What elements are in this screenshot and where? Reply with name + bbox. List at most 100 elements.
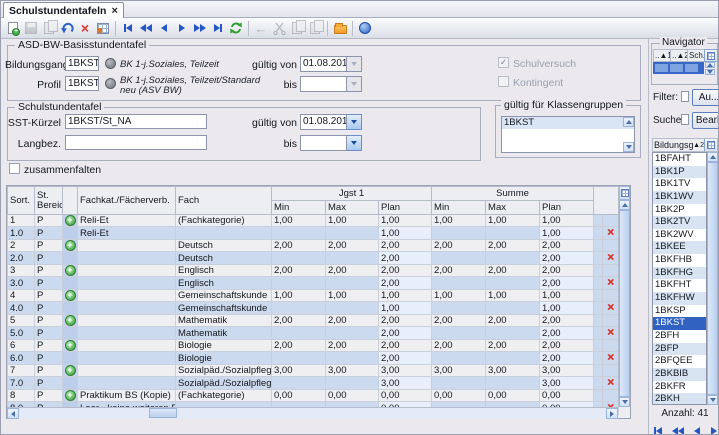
grid-cell[interactable] (432, 302, 486, 315)
cut-button[interactable] (270, 20, 288, 37)
sst-kuerzel-field[interactable]: 1BKST/St_NA (65, 114, 207, 129)
grid-cell[interactable]: 7.0 (8, 377, 35, 390)
grid-cell[interactable]: 2,00 (540, 240, 594, 252)
grid-cell[interactable] (594, 340, 603, 352)
grid-cell[interactable]: 1,00 (379, 227, 432, 240)
grid-cell[interactable]: P (35, 227, 63, 240)
grid-cell[interactable]: 2,00 (272, 265, 326, 277)
scroll-up-icon[interactable] (619, 200, 630, 210)
grid-cell[interactable] (78, 265, 176, 277)
add-subject-icon[interactable]: + (65, 290, 76, 301)
list-item[interactable]: 2BKBIB (653, 368, 706, 381)
grid-cell[interactable]: 0,00 (486, 390, 540, 402)
list-item[interactable]: 2BFQEE (653, 355, 706, 368)
list-item[interactable]: 1BK2WV (653, 229, 706, 242)
bildungsgang-list[interactable]: 1BFAHT1BK1P1BK1TV1BK1WV1BK2P1BK2TV1BK2WV… (652, 152, 707, 405)
first-record-button[interactable] (119, 20, 137, 37)
grid-cell[interactable]: 2,00 (540, 340, 594, 352)
column-header-max[interactable]: Max (326, 201, 379, 215)
list-item[interactable]: 1BKFHG (653, 267, 706, 280)
table-row[interactable]: 3.0PEnglisch2,002,00× (8, 277, 619, 290)
previous-record-button[interactable] (692, 422, 702, 435)
add-subject-icon[interactable]: + (65, 240, 76, 251)
grid-cell[interactable]: P (35, 265, 63, 277)
grid-cell[interactable]: 6 (8, 340, 35, 352)
grid-cell[interactable]: 3,00 (379, 365, 432, 377)
horizontal-scroll-thumb[interactable] (149, 408, 177, 418)
grid-cell[interactable]: 2,00 (540, 277, 594, 290)
spin-down-icon[interactable] (705, 69, 715, 75)
grid-cell[interactable]: 1,00 (486, 290, 540, 302)
open-folder-button[interactable] (331, 20, 349, 37)
back-button[interactable]: ← (252, 20, 270, 37)
grid-cell[interactable] (432, 252, 486, 265)
mini-table-config-button[interactable] (704, 49, 718, 62)
grid-cell[interactable]: P (35, 240, 63, 252)
bildungsgang-field[interactable]: 1BKST (65, 56, 99, 71)
list-item[interactable]: 2BFH (653, 330, 706, 343)
table-row[interactable]: 8P+Praktikum BS (Kopie)(Fachkategorie)0,… (8, 390, 619, 402)
grid-cell[interactable]: P (35, 290, 63, 302)
grid-cell[interactable]: 1,00 (540, 302, 594, 315)
filter-checkbox[interactable] (681, 91, 689, 102)
grid-cell[interactable]: P (35, 252, 63, 265)
grid-cell[interactable] (78, 290, 176, 302)
column-header-min[interactable]: Min (432, 201, 486, 215)
bildungsgang-list-header[interactable]: Bildungsg... ▲2 (652, 138, 718, 152)
list-item[interactable]: 1BKFHB (653, 254, 706, 267)
list-config-button[interactable] (704, 139, 717, 151)
grid-cell[interactable] (326, 377, 379, 390)
duplicate-button[interactable] (40, 20, 58, 37)
grid-cell[interactable] (78, 252, 176, 265)
grid-cell[interactable] (272, 227, 326, 240)
grid-cell[interactable]: 3,00 (432, 365, 486, 377)
mini-column-header[interactable]: ..▲2 (670, 49, 687, 62)
add-subject-icon[interactable]: + (65, 340, 76, 351)
grid-cell[interactable] (326, 302, 379, 315)
grid-cell[interactable] (432, 327, 486, 340)
table-row[interactable]: 1.0PReli-Et1,001,00× (8, 227, 619, 240)
new-record-button[interactable]: + (4, 20, 22, 37)
grid-cell[interactable] (594, 377, 603, 390)
grid-cell[interactable] (594, 302, 603, 315)
grid-cell[interactable]: 1,00 (379, 215, 432, 227)
list-item[interactable]: 1BK2P (653, 204, 706, 217)
grid-cell[interactable]: 1,00 (379, 290, 432, 302)
grid-cell[interactable]: 2,00 (486, 240, 540, 252)
grid-cell[interactable] (272, 377, 326, 390)
grid-cell[interactable]: P (35, 390, 63, 402)
grid-cell[interactable]: 3,00 (326, 365, 379, 377)
list-item[interactable]: 1BK2TV (653, 216, 706, 229)
delete-row-icon[interactable]: × (607, 252, 614, 263)
grid-cell[interactable]: 6.0 (8, 352, 35, 365)
help-button[interactable] (356, 20, 374, 37)
tab-schulstundentafeln[interactable]: Schulstundentafeln × (3, 2, 124, 18)
grid-cell[interactable] (78, 315, 176, 327)
grid-cell[interactable]: 2,00 (432, 315, 486, 327)
paste-button[interactable] (306, 20, 324, 37)
grid-cell[interactable]: Sozialpäd./Sozialpflege (176, 365, 272, 377)
grid-cell[interactable]: 3,00 (540, 365, 594, 377)
grid-cell[interactable] (486, 277, 540, 290)
grid-cell[interactable]: P (35, 302, 63, 315)
mini-column-header[interactable]: ..▲1 (653, 49, 670, 62)
table-row[interactable]: 6.0PBiologie2,002,00× (8, 352, 619, 365)
table-row[interactable]: 5.0PMathematik2,002,00× (8, 327, 619, 340)
table-row[interactable]: 1P+Reli-Et(Fachkategorie)1,001,001,001,0… (8, 215, 619, 227)
column-group-jgst1[interactable]: Jgst 1 (272, 187, 432, 201)
grid-cell[interactable]: 2,00 (379, 277, 432, 290)
grid-cell[interactable] (594, 315, 603, 327)
grid-cell[interactable]: 2,00 (326, 340, 379, 352)
grid-cell[interactable] (78, 352, 176, 365)
grid-cell[interactable]: P (35, 377, 63, 390)
chevron-down-icon[interactable] (347, 135, 362, 151)
table-row[interactable]: 3P+Englisch2,002,002,002,002,002,00 (8, 265, 619, 277)
scroll-down-icon[interactable] (707, 395, 718, 405)
column-header-max[interactable]: Max (486, 201, 540, 215)
grid-cell[interactable] (594, 327, 603, 340)
grid-cell[interactable]: 2,00 (540, 327, 594, 340)
scroll-right-icon[interactable] (606, 408, 618, 419)
save-button[interactable] (22, 20, 40, 37)
add-subject-icon[interactable]: + (65, 265, 76, 276)
grid-cell[interactable]: 1,00 (326, 215, 379, 227)
